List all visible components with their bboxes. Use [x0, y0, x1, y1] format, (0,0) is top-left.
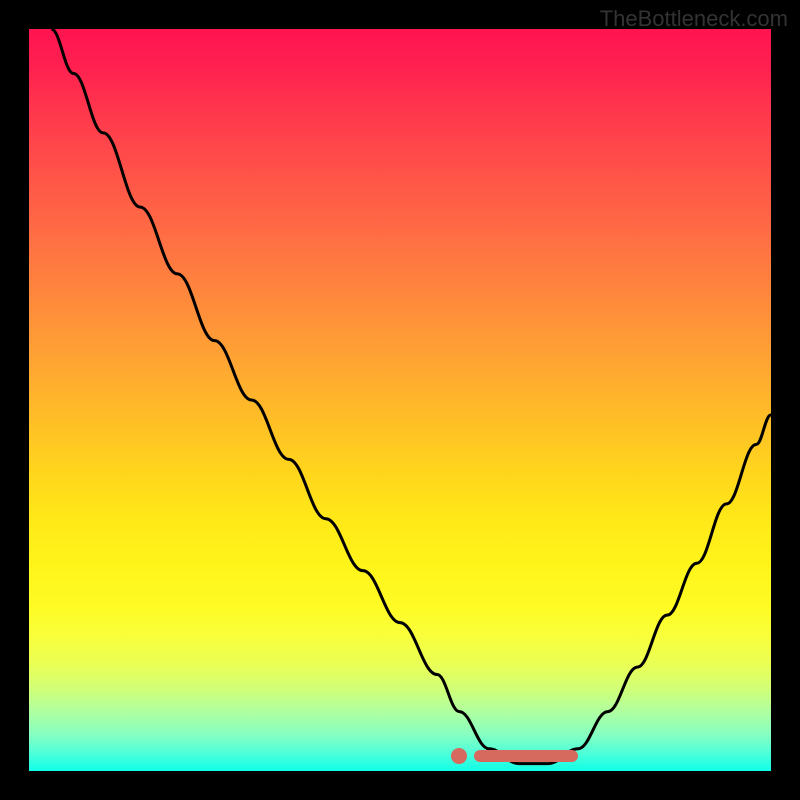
- chart-plot-area: [29, 29, 771, 771]
- optimal-marker-range: [474, 750, 578, 762]
- chart-curve: [29, 29, 771, 771]
